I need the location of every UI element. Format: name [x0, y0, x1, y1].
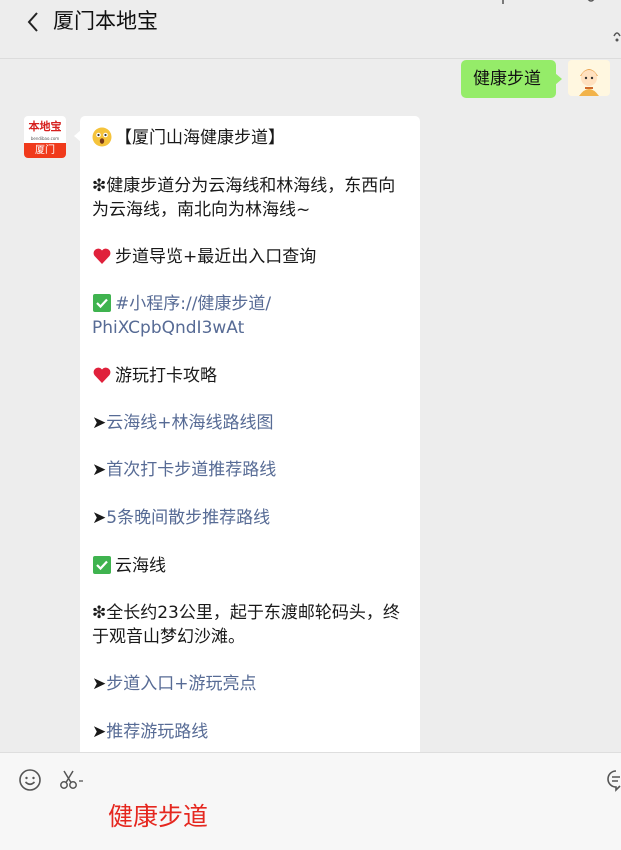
article-link[interactable]: 云海线+林海线路线图	[106, 413, 273, 433]
input-toolbar: 健康步道	[0, 752, 621, 850]
heart-icon	[93, 248, 111, 264]
message-line: PhiXCpbQndI3wAt	[92, 316, 244, 340]
astonished-face-icon	[92, 127, 112, 147]
article-link[interactable]: 步道入口+游玩亮点	[106, 674, 256, 694]
message-line: ➤云海线+林海线路线图	[92, 411, 274, 435]
message-line: 云海线	[92, 554, 166, 578]
my-avatar[interactable]	[568, 60, 610, 96]
message-text: 云海线	[115, 556, 166, 576]
back-arrow-icon[interactable]	[22, 8, 44, 36]
mini-program-link[interactable]: PhiXCpbQndI3wAt	[92, 318, 244, 338]
arrow-bullet: ➤	[92, 508, 107, 528]
message-line: #小程序://健康步道/	[92, 292, 271, 316]
check-mark-icon	[93, 556, 111, 574]
chat-history-icon[interactable]	[606, 768, 621, 792]
message-text: 游玩打卡攻略	[115, 366, 217, 386]
article-link[interactable]: 推荐游玩路线	[106, 722, 208, 742]
official-account-avatar[interactable]: 本地宝 bendibao.com 厦门	[24, 116, 66, 158]
message-line: 于观音山梦幻沙滩。	[92, 627, 245, 647]
message-line: ❇全长约23公里，起于东渡邮轮码头，终	[92, 603, 400, 623]
arrow-bullet: ➤	[92, 460, 107, 480]
arrow-bullet: ➤	[92, 722, 107, 742]
message-input[interactable]: 健康步道	[108, 800, 208, 834]
message-line: 步道导览+最近出入口查询	[92, 245, 316, 269]
article-link[interactable]: 5条晚间散步推荐路线	[106, 508, 270, 528]
sent-message-row: 健康步道	[0, 59, 621, 103]
arrow-bullet: ➤	[92, 674, 107, 694]
avatar-city-label: 厦门	[24, 143, 66, 158]
message-line: 为云海线，南北向为林海线~	[92, 200, 311, 220]
partial-icon	[502, 0, 504, 4]
message-text: 步道导览+最近出入口查询	[115, 247, 317, 267]
message-line: 游玩打卡攻略	[92, 364, 217, 388]
message-heading: 【厦门山海健康步道】	[115, 128, 285, 148]
article-link[interactable]: 首次打卡步道推荐路线	[106, 460, 276, 480]
heart-icon	[93, 367, 111, 383]
emoji-icon[interactable]	[18, 768, 42, 792]
check-mark-icon	[93, 294, 111, 312]
mini-program-link[interactable]: #小程序://健康步道/	[115, 294, 271, 314]
message-line: ➤推荐游玩路线	[92, 720, 208, 744]
message-line: ❇健康步道分为云海线和林海线，东西向	[92, 176, 396, 196]
sent-message-bubble[interactable]: 健康步道	[461, 60, 562, 98]
message-line: ➤5条晚间散步推荐路线	[92, 506, 270, 530]
message-line: ➤步道入口+游玩亮点	[92, 672, 257, 696]
received-message-bubble[interactable]: 【厦门山海健康步道】 ❇健康步道分为云海线和林海线，东西向 为云海线，南北向为林…	[74, 116, 420, 752]
avatar-logo-domain: bendibao.com	[30, 136, 60, 141]
message-line: 【厦门山海健康步道】	[92, 126, 285, 150]
chat-area[interactable]: 健康步道 本地宝 bendibao.com 厦门 【厦门山海健康步道】 ❇健康步…	[0, 59, 621, 752]
avatar-logo-text: 本地宝	[28, 120, 62, 133]
scissors-icon[interactable]	[58, 768, 86, 792]
arrow-bullet: ➤	[92, 413, 107, 433]
message-line: ➤首次打卡步道推荐路线	[92, 458, 276, 482]
chat-title: 厦门本地宝	[53, 9, 158, 33]
partial-icon	[587, 0, 595, 2]
more-icon[interactable]	[611, 26, 621, 44]
chat-header: 厦门本地宝	[0, 0, 621, 59]
